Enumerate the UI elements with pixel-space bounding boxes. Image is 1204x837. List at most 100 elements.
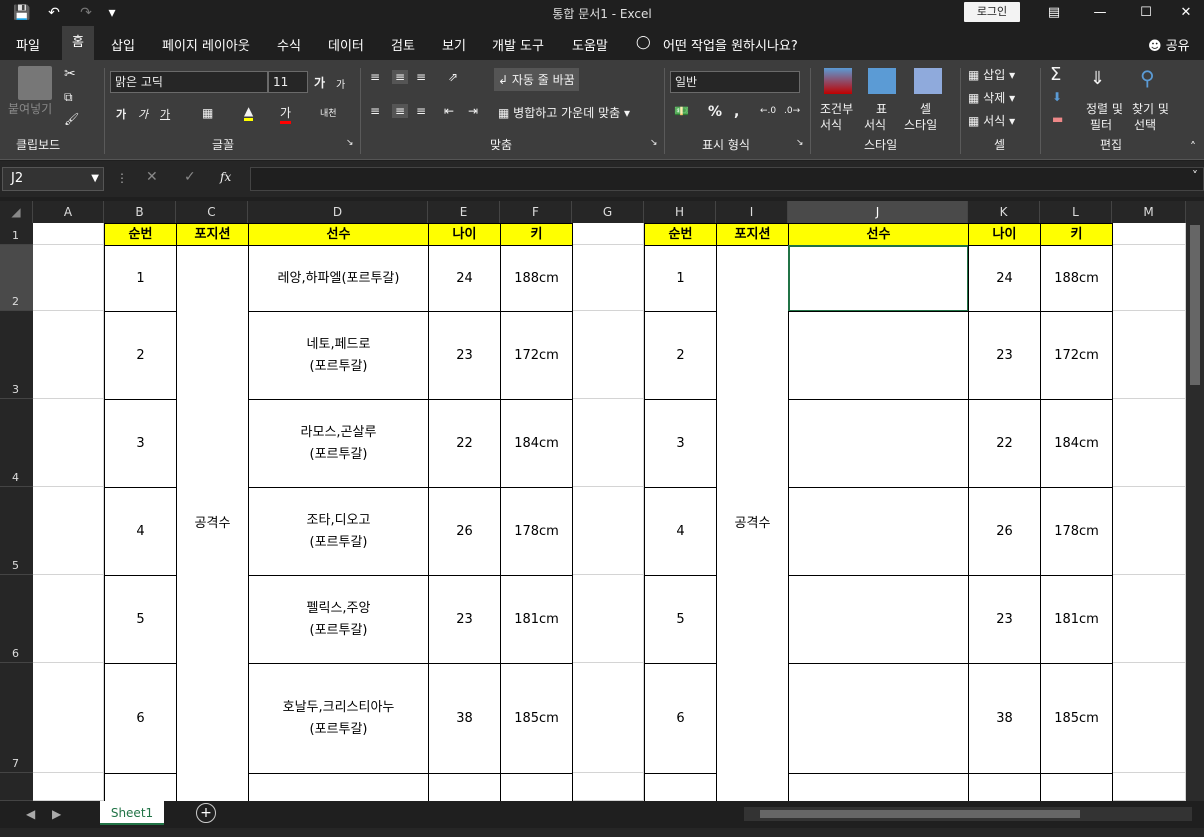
grid-cell[interactable] — [1112, 575, 1186, 663]
row-header[interactable]: 7 — [0, 663, 33, 773]
no-cell[interactable]: 6 — [644, 663, 717, 774]
h-scrollbar-thumb[interactable] — [760, 810, 1080, 818]
column-header-d[interactable]: D — [248, 201, 428, 223]
merge-center-button[interactable]: ▦ 병합하고 가운데 맞춤 ▾ — [498, 104, 630, 121]
no-cell[interactable]: 5 — [104, 575, 177, 664]
column-header-a[interactable]: A — [33, 201, 104, 223]
row-header[interactable]: 4 — [0, 399, 33, 487]
column-header-l[interactable]: L — [1040, 201, 1112, 223]
player-cell[interactable]: 조타,디오고 (포르투갈) — [248, 487, 429, 576]
autosum-icon[interactable]: Σ — [1050, 64, 1061, 85]
decrease-indent-icon[interactable]: ⇤ — [444, 104, 454, 118]
close-icon[interactable]: ✕ — [1163, 0, 1204, 26]
fill-icon[interactable]: ⬇ — [1052, 90, 1062, 104]
no-cell[interactable]: 4 — [104, 487, 177, 576]
header-no[interactable]: 순번 — [104, 223, 177, 246]
row-header[interactable] — [0, 773, 33, 801]
align-center-icon[interactable]: ≡ — [392, 104, 409, 118]
empty-cell[interactable] — [104, 773, 177, 801]
player-cell[interactable] — [788, 487, 969, 576]
font-size-select[interactable]: 11 — [268, 71, 308, 93]
column-header-b[interactable]: B — [104, 201, 176, 223]
cancel-icon[interactable]: ✕ — [146, 169, 158, 185]
cell-styles-label2[interactable]: 스타일 — [904, 116, 937, 133]
header-no[interactable]: 순번 — [644, 223, 717, 246]
grid-cell[interactable] — [1112, 399, 1186, 487]
player-cell[interactable] — [788, 663, 969, 774]
header-position[interactable]: 포지션 — [716, 223, 789, 246]
format-cells-button[interactable]: ▦ 서식 ▾ — [968, 112, 1015, 129]
header-age[interactable]: 나이 — [968, 223, 1041, 246]
player-cell[interactable] — [788, 575, 969, 664]
grid-cell[interactable] — [572, 223, 644, 245]
copy-icon[interactable]: ⧉ — [64, 90, 73, 105]
share-button[interactable]: ☻ 공유 — [1148, 35, 1190, 54]
age-cell[interactable]: 38 — [428, 663, 501, 774]
horizontal-scrollbar[interactable] — [744, 807, 1192, 821]
tab-data[interactable]: 데이터 — [328, 35, 364, 54]
header-position[interactable]: 포지션 — [176, 223, 249, 246]
empty-cell[interactable] — [968, 773, 1041, 801]
header-age[interactable]: 나이 — [428, 223, 501, 246]
column-header-f[interactable]: F — [500, 201, 572, 223]
row-header[interactable]: 5 — [0, 487, 33, 575]
align-top-icon[interactable]: ≡ — [370, 70, 380, 84]
percent-button[interactable]: % — [708, 104, 722, 120]
player-cell[interactable] — [788, 311, 969, 400]
expand-formula-icon[interactable]: ˅ — [1192, 169, 1198, 183]
selected-cell-j2[interactable] — [788, 245, 969, 312]
column-header-k[interactable]: K — [968, 201, 1040, 223]
no-cell[interactable]: 3 — [644, 399, 717, 488]
height-cell[interactable]: 185cm — [1040, 663, 1113, 774]
height-cell[interactable]: 178cm — [500, 487, 573, 576]
height-cell[interactable]: 185cm — [500, 663, 573, 774]
delete-cells-button[interactable]: ▦ 삭제 ▾ — [968, 89, 1015, 106]
column-header-g[interactable]: G — [572, 201, 644, 223]
column-header-m[interactable]: M — [1112, 201, 1186, 223]
position-cell[interactable]: 공격수 — [176, 245, 249, 801]
grid-cell[interactable] — [33, 487, 104, 575]
alignment-dialog-icon[interactable]: ↘ — [650, 138, 658, 148]
sort-filter-label1[interactable]: 정렬 및 — [1086, 100, 1123, 117]
grid-cell[interactable] — [1112, 663, 1186, 773]
row-header[interactable]: 1 — [0, 223, 33, 245]
bold-button[interactable]: 가 — [116, 106, 126, 122]
header-height[interactable]: 키 — [1040, 223, 1113, 246]
height-cell[interactable]: 184cm — [1040, 399, 1113, 488]
empty-cell[interactable] — [1040, 773, 1113, 801]
no-cell[interactable]: 1 — [104, 245, 177, 312]
grid-cell[interactable] — [33, 223, 104, 245]
add-sheet-button[interactable]: + — [196, 803, 216, 823]
find-select-icon[interactable]: ⚲ — [1140, 66, 1155, 90]
height-cell[interactable]: 184cm — [500, 399, 573, 488]
grid-cell[interactable] — [572, 663, 644, 773]
conditional-format-icon[interactable] — [824, 68, 852, 94]
empty-cell[interactable] — [500, 773, 573, 801]
header-player[interactable]: 선수 — [788, 223, 969, 246]
no-cell[interactable]: 3 — [104, 399, 177, 488]
age-cell[interactable]: 26 — [428, 487, 501, 576]
column-header-e[interactable]: E — [428, 201, 500, 223]
grid-cell[interactable] — [33, 245, 104, 311]
grid-cell[interactable] — [1112, 245, 1186, 311]
increase-indent-icon[interactable]: ⇥ — [468, 104, 478, 118]
age-cell[interactable]: 23 — [968, 311, 1041, 400]
tab-page-layout[interactable]: 페이지 레이아웃 — [162, 35, 250, 54]
tab-formulas[interactable]: 수식 — [277, 35, 301, 54]
shrink-font-button[interactable]: 가 — [336, 76, 345, 91]
no-cell[interactable]: 6 — [104, 663, 177, 774]
cond-format-label1[interactable]: 조건부 — [820, 100, 853, 117]
ribbon-display-icon[interactable]: ▤ — [1031, 0, 1077, 26]
no-cell[interactable]: 4 — [644, 487, 717, 576]
font-color-button[interactable]: 가 — [280, 104, 292, 124]
column-header-h[interactable]: H — [644, 201, 716, 223]
age-cell[interactable]: 22 — [968, 399, 1041, 488]
height-cell[interactable]: 181cm — [1040, 575, 1113, 664]
grid-cell[interactable] — [1112, 311, 1186, 399]
cell-styles-label1[interactable]: 셀 — [920, 100, 931, 117]
no-cell[interactable]: 1 — [644, 245, 717, 312]
column-header-j[interactable]: J — [788, 201, 968, 223]
age-cell[interactable]: 24 — [428, 245, 501, 312]
number-dialog-icon[interactable]: ↘ — [796, 138, 804, 148]
header-player[interactable]: 선수 — [248, 223, 429, 246]
